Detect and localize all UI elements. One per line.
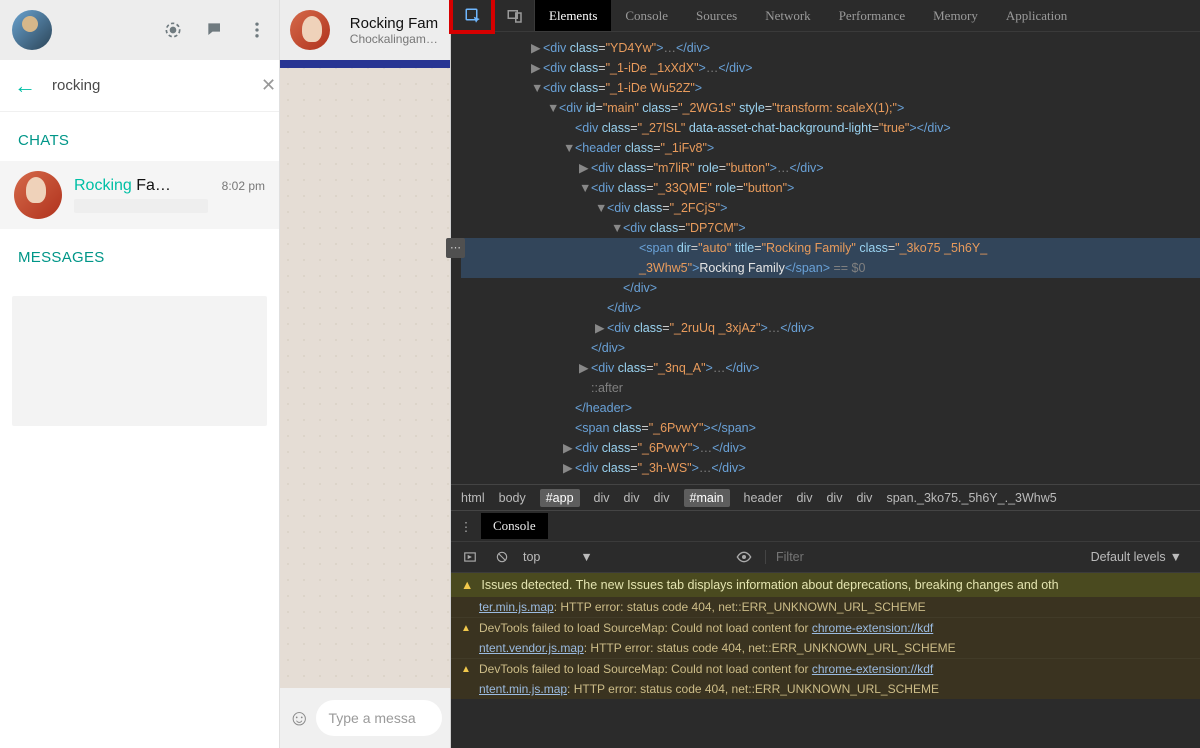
whatsapp-sidebar: ← ✕ CHATS Rocking Fa… 8:02 pm MESSAGES	[0, 0, 280, 748]
drawer-tab-console[interactable]: Console	[481, 513, 548, 539]
message-input[interactable]: Type a messa	[316, 700, 442, 736]
console-filter-input[interactable]	[776, 550, 1081, 564]
inspect-element-button[interactable]	[451, 0, 495, 31]
chat-body[interactable]	[280, 60, 450, 688]
bc-div[interactable]: div	[856, 491, 872, 505]
chat-top-banner	[280, 60, 450, 68]
bc-app[interactable]: #app	[540, 489, 580, 507]
section-messages-label: MESSAGES	[0, 229, 279, 278]
console-log-line[interactable]: DevTools failed to load SourceMap: Could…	[451, 658, 1200, 679]
bc-header[interactable]: header	[744, 491, 783, 505]
bc-div[interactable]: div	[624, 491, 640, 505]
console-log-line[interactable]: ter.min.js.map: HTTP error: status code …	[451, 597, 1200, 617]
wa-search-bar: ← ✕	[0, 60, 279, 112]
tab-application[interactable]: Application	[992, 0, 1081, 31]
bc-div[interactable]: div	[826, 491, 842, 505]
issues-banner[interactable]: ▲ Issues detected. The new Issues tab di…	[451, 573, 1200, 597]
dom-tree[interactable]: ▶<div class="YD4Yw">…</div> ▶<div class=…	[451, 32, 1200, 484]
warning-icon: ▲	[461, 578, 473, 592]
clear-console-icon[interactable]	[491, 546, 513, 568]
message-results-placeholder	[12, 296, 267, 426]
bc-body[interactable]: body	[499, 491, 526, 505]
console-toolbar: top▼ Default levels▼	[451, 541, 1200, 573]
emoji-icon[interactable]: ☺	[288, 705, 310, 731]
console-log-line[interactable]: ntent.min.js.map: HTTP error: status cod…	[451, 679, 1200, 699]
console-levels-select[interactable]: Default levels▼	[1091, 550, 1182, 564]
console-log-line[interactable]: ntent.vendor.js.map: HTTP error: status …	[451, 638, 1200, 658]
dom-breadcrumb[interactable]: html body #app div div div #main header …	[451, 484, 1200, 510]
chat-title: Rocking Fam	[350, 15, 440, 32]
bc-div[interactable]: div	[654, 491, 670, 505]
chat-header[interactable]: Rocking Fam Chockalingam, B	[280, 0, 450, 60]
tab-sources[interactable]: Sources	[682, 0, 751, 31]
devtools: Elements Console Sources Network Perform…	[451, 0, 1200, 748]
bc-span[interactable]: span._3ko75._5h6Y_._3Whw5	[886, 491, 1056, 505]
devtools-tabs: Elements Console Sources Network Perform…	[535, 0, 1081, 31]
new-chat-icon[interactable]	[205, 20, 225, 40]
chat-list-item[interactable]: Rocking Fa… 8:02 pm	[0, 161, 279, 229]
section-chats-label: CHATS	[0, 112, 279, 161]
console-filter	[765, 550, 1081, 564]
console-sidebar-toggle-icon[interactable]	[459, 546, 481, 568]
chat-header-avatar	[290, 10, 330, 50]
bc-div[interactable]: div	[594, 491, 610, 505]
tab-memory[interactable]: Memory	[919, 0, 992, 31]
search-input[interactable]	[52, 77, 251, 94]
device-toggle-button[interactable]	[495, 0, 535, 31]
status-icon[interactable]	[163, 20, 183, 40]
devtools-body: ▶<div class="YD4Yw">…</div> ▶<div class=…	[451, 32, 1200, 748]
dom-line-actions-icon[interactable]: ⋯	[451, 238, 465, 258]
drawer-menu-icon[interactable]: ⋮	[451, 519, 481, 534]
dom-selected-node[interactable]: ⋯ <span dir="auto" title="Rocking Family…	[461, 238, 1200, 278]
chat-preview	[74, 199, 208, 213]
chat-time: 8:02 pm	[222, 179, 265, 193]
back-arrow-icon[interactable]: ←	[14, 73, 36, 99]
tab-performance[interactable]: Performance	[825, 0, 919, 31]
clear-search-icon[interactable]: ✕	[261, 75, 276, 96]
tab-elements[interactable]: Elements	[535, 0, 611, 31]
chat-subtitle: Chockalingam, B	[350, 32, 440, 46]
chat-footer: ☺ Type a messa	[280, 688, 450, 748]
devtools-toolbar: Elements Console Sources Network Perform…	[451, 0, 1200, 32]
bc-div[interactable]: div	[796, 491, 812, 505]
menu-icon[interactable]	[247, 20, 267, 40]
wa-header	[0, 0, 279, 60]
console-drawer: ⋮ Console top▼ Default levels▼ ▲ Issues …	[451, 510, 1200, 699]
chat-name: Rocking Fa…	[74, 177, 171, 195]
whatsapp-chat-pane: Rocking Fam Chockalingam, B ☺ Type a mes…	[280, 0, 451, 748]
chat-avatar	[14, 171, 62, 219]
live-expression-icon[interactable]	[733, 546, 755, 568]
console-log-line[interactable]: DevTools failed to load SourceMap: Could…	[451, 617, 1200, 638]
bc-main[interactable]: #main	[684, 489, 730, 507]
avatar[interactable]	[12, 10, 52, 50]
tab-console[interactable]: Console	[611, 0, 682, 31]
wa-header-icons	[163, 20, 267, 40]
tab-network[interactable]: Network	[751, 0, 825, 31]
console-context-select[interactable]: top▼	[523, 550, 723, 564]
bc-html[interactable]: html	[461, 491, 485, 505]
console-drawer-header: ⋮ Console	[451, 511, 1200, 541]
